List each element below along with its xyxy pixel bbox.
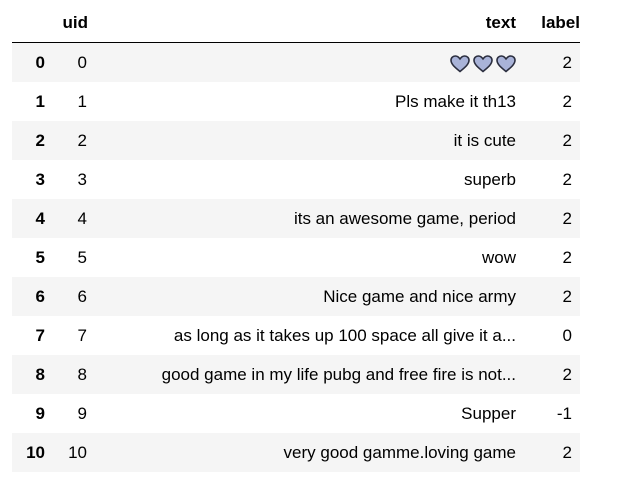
cell-uid: 1 <box>77 92 87 111</box>
row-index: 5 <box>35 248 45 267</box>
cell-text: wow <box>481 248 516 267</box>
cell-text: good game in my life pubg and free fire … <box>161 365 516 384</box>
cell-uid: 2 <box>77 131 87 150</box>
cell-label: 2 <box>562 170 572 189</box>
table-row: 9 9 Supper -1 <box>12 394 580 433</box>
cell-uid: 0 <box>77 53 87 72</box>
cell-uid: 9 <box>77 404 87 423</box>
cell-label: 0 <box>562 326 572 345</box>
table-row: 4 4 its an awesome game, period 2 <box>12 199 580 238</box>
cell-text: very good gamme.loving game <box>283 443 516 462</box>
row-index: 3 <box>35 170 45 189</box>
cell-label: -1 <box>556 404 572 423</box>
heart-emoji-group <box>450 54 516 73</box>
row-index: 4 <box>35 209 45 228</box>
row-index: 8 <box>35 365 45 384</box>
row-index: 10 <box>26 443 45 462</box>
cell-uid: 5 <box>77 248 87 267</box>
cell-text: Supper <box>461 404 516 423</box>
cell-text: Nice game and nice army <box>323 287 516 306</box>
row-index: 9 <box>35 404 45 423</box>
cell-uid: 8 <box>77 365 87 384</box>
table-row: 2 2 it is cute 2 <box>12 121 580 160</box>
cell-uid: 3 <box>77 170 87 189</box>
cell-label: 2 <box>562 287 572 306</box>
cell-label: 2 <box>562 365 572 384</box>
table-row: 5 5 wow 2 <box>12 238 580 277</box>
heart-icon <box>473 54 493 73</box>
dataframe-table: uid text label 0 0 2 1 1 Pls make it th1… <box>12 3 580 472</box>
row-index: 7 <box>35 326 45 345</box>
cell-label: 2 <box>562 209 572 228</box>
cell-text: Pls make it th13 <box>395 92 516 111</box>
row-index: 2 <box>35 131 45 150</box>
table-row: 10 10 very good gamme.loving game 2 <box>12 433 580 472</box>
column-header-label: label <box>516 3 580 43</box>
row-index: 0 <box>35 53 45 72</box>
row-index: 1 <box>35 92 45 111</box>
cell-uid: 7 <box>77 326 87 345</box>
row-index: 6 <box>35 287 45 306</box>
cell-uid: 6 <box>77 287 87 306</box>
table-row: 0 0 2 <box>12 42 580 83</box>
cell-uid: 10 <box>68 443 87 462</box>
cell-text: superb <box>464 170 516 189</box>
cell-label: 2 <box>562 131 572 150</box>
table-row: 7 7 as long as it takes up 100 space all… <box>12 316 580 355</box>
column-header-uid: uid <box>46 3 88 43</box>
heart-icon <box>496 54 516 73</box>
cell-text: its an awesome game, period <box>293 209 516 228</box>
table-row: 1 1 Pls make it th13 2 <box>12 82 580 121</box>
cell-label: 2 <box>562 92 572 111</box>
table-row: 8 8 good game in my life pubg and free f… <box>12 355 580 394</box>
cell-text <box>88 43 516 83</box>
cell-text: as long as it takes up 100 space all giv… <box>173 326 516 345</box>
index-header <box>12 3 46 43</box>
cell-label: 2 <box>562 53 572 72</box>
table-row: 6 6 Nice game and nice army 2 <box>12 277 580 316</box>
table-header-row: uid text label <box>12 3 580 43</box>
column-header-text: text <box>88 3 516 43</box>
cell-label: 2 <box>562 443 572 462</box>
cell-uid: 4 <box>77 209 87 228</box>
cell-text: it is cute <box>453 131 516 150</box>
heart-icon <box>450 54 470 73</box>
table-row: 3 3 superb 2 <box>12 160 580 199</box>
cell-label: 2 <box>562 248 572 267</box>
